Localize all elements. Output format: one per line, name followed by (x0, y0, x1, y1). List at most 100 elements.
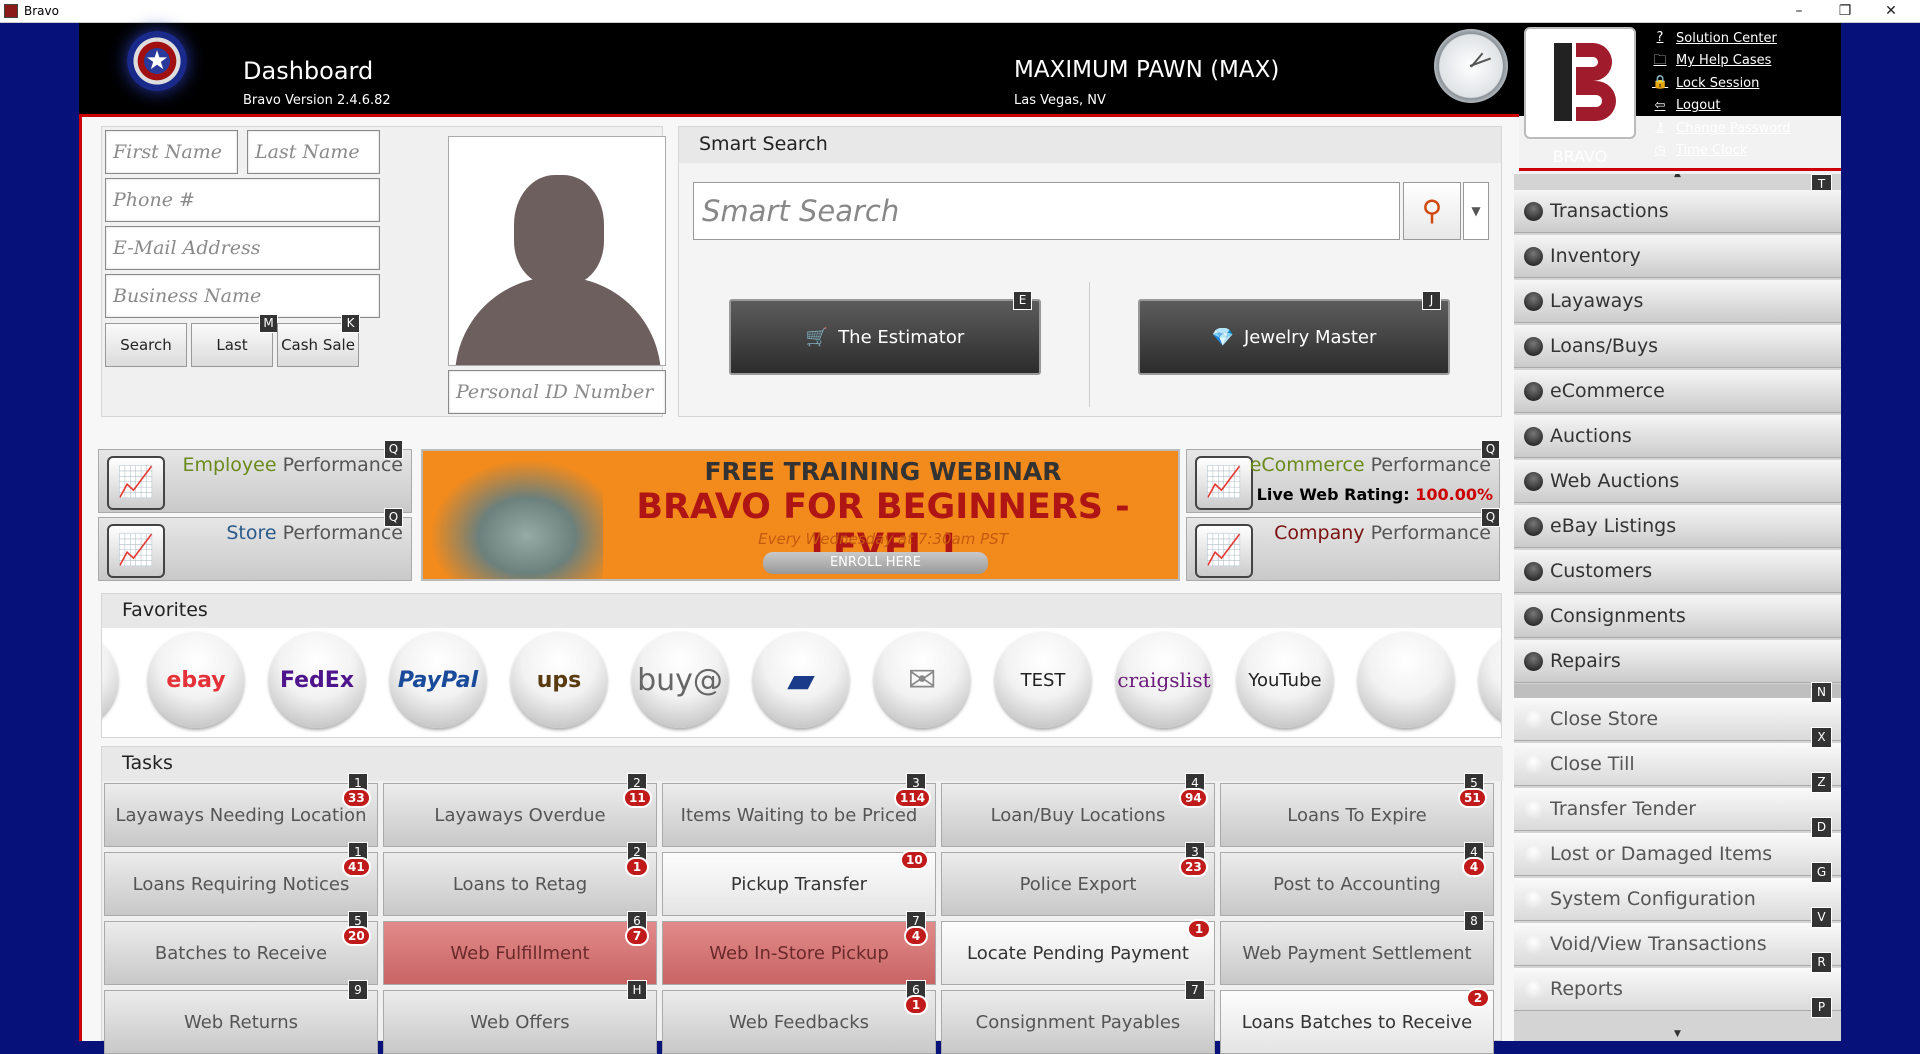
app-icon (4, 4, 18, 18)
close-button[interactable]: ✕ (1868, 0, 1914, 22)
email-input[interactable]: E-Mail Address (105, 226, 380, 270)
perf-label: Store Performance (226, 522, 403, 544)
sidebar-item-close-store[interactable]: Close Store (1514, 698, 1841, 741)
task-count-badge: 4 (1462, 857, 1486, 877)
sidebar-item-web-auctions[interactable]: Web Auctions (1514, 460, 1841, 503)
sidebar-item-inventory[interactable]: Inventory (1514, 235, 1841, 278)
ebay-icon[interactable]: ebay (148, 632, 244, 728)
fedex-icon[interactable]: FedEx (269, 632, 365, 728)
sidebar-key: N (1811, 682, 1832, 703)
chevron-down-icon[interactable]: ▼ (1463, 182, 1489, 240)
mail-icon[interactable]: ✉ (874, 632, 970, 728)
task-loans-to-expire[interactable]: Loans To Expire (1220, 783, 1494, 847)
clock-icon (1434, 29, 1508, 103)
task-locate-pending-payment[interactable]: Locate Pending Payment (941, 921, 1215, 985)
task-consignment-payables[interactable]: Consignment Payables (941, 990, 1215, 1054)
dot-icon (1524, 890, 1543, 909)
task-police-export[interactable]: Police Export (941, 852, 1215, 916)
search-button[interactable]: Search (105, 323, 187, 367)
jewelry-master-button[interactable]: 💎 Jewelry Master (1138, 299, 1450, 375)
search-icon[interactable]: ⚲ (1403, 182, 1461, 240)
empty-favorite-icon[interactable] (1358, 632, 1454, 728)
task-pickup-transfer[interactable]: Pickup Transfer (662, 852, 936, 916)
estimator-button[interactable]: 🛒 The Estimator (729, 299, 1041, 375)
sidebar-item-void-view[interactable]: Void/View Transactions (1514, 923, 1841, 966)
business-name-input[interactable]: Business Name (105, 274, 380, 318)
lock-session-link[interactable]: 🔒 Lock Session (1652, 72, 1842, 95)
employee-performance-button[interactable]: 📈 Employee Performance (98, 449, 412, 513)
task-web-offers[interactable]: Web Offers (383, 990, 657, 1054)
task-batches-to-receive[interactable]: Batches to Receive (104, 921, 378, 985)
paypal-icon[interactable]: PayPal (390, 632, 486, 728)
window-titlebar: Bravo – ❐ ✕ (0, 0, 1920, 23)
change-password-link[interactable]: ⚷ Change Password (1652, 117, 1842, 140)
my-help-cases-link[interactable]: 🗀 My Help Cases (1652, 50, 1842, 73)
ecommerce-performance-button[interactable]: 📈 eCommerce Performance Live Web Rating:… (1186, 449, 1500, 513)
shortcut-key-j: J (1422, 291, 1441, 310)
scroll-down-icon[interactable]: ▼ (1514, 1029, 1841, 1041)
task-count-badge: 20 (342, 926, 371, 946)
perf-rest: Performance (1364, 522, 1491, 544)
craigslist-icon[interactable]: craigslist (1116, 632, 1212, 728)
sidebar-item-layaways[interactable]: Layaways (1514, 280, 1841, 323)
sidebar-item-transactions[interactable]: Transactions (1514, 190, 1841, 233)
task-layaways-overdue[interactable]: Layaways Overdue (383, 783, 657, 847)
minimize-button[interactable]: – (1776, 0, 1822, 22)
sidebar-item-repairs[interactable]: Repairs (1514, 640, 1841, 683)
task-post-to-accounting[interactable]: Post to Accounting (1220, 852, 1494, 916)
sidebar-item-ecommerce[interactable]: eCommerce (1514, 370, 1841, 413)
first-name-input[interactable]: First Name (105, 130, 238, 174)
sidebar-item-ebay-listings[interactable]: eBay Listings (1514, 505, 1841, 548)
sidebar-item-close-till[interactable]: Close Till (1514, 743, 1841, 786)
task-loans-batches-to-receive[interactable]: Loans Batches to Receive (1220, 990, 1494, 1054)
task-loans-to-retag[interactable]: Loans to Retag (383, 852, 657, 916)
link-label: Time Clock (1676, 143, 1748, 159)
link-label: Lock Session (1676, 75, 1760, 91)
time-clock-link[interactable]: ◷ Time Clock (1652, 140, 1842, 163)
sidebar-item-lost-damaged[interactable]: Lost or Damaged Items (1514, 833, 1841, 876)
task-web-payment-settlement[interactable]: Web Payment Settlement (1220, 921, 1494, 985)
customer-photo[interactable] (448, 136, 666, 366)
tasks-title: Tasks (102, 747, 1503, 781)
sidebar-item-auctions[interactable]: Auctions (1514, 415, 1841, 458)
link-label: My Help Cases (1676, 53, 1772, 69)
favorite-partial-icon[interactable] (102, 632, 118, 728)
sidebar-item-reports[interactable]: Reports (1514, 968, 1841, 1011)
sidebar-item-transfer-tender[interactable]: Transfer Tender (1514, 788, 1841, 831)
enroll-button[interactable]: ENROLL HERE (763, 552, 988, 574)
scroll-up-icon[interactable]: ▲ (1514, 174, 1841, 180)
task-web-returns[interactable]: Web Returns (104, 990, 378, 1054)
store-performance-button[interactable]: 📈 Store Performance (98, 517, 412, 581)
shortcut-key-q: Q (384, 440, 403, 459)
favorite-partial-icon[interactable] (1479, 632, 1501, 728)
perf-label: Company Performance (1274, 522, 1491, 544)
task-web-fulfillment[interactable]: Web Fulfillment (383, 921, 657, 985)
task-loans-requiring-notices[interactable]: Loans Requiring Notices (104, 852, 378, 916)
task-web-feedbacks[interactable]: Web Feedbacks (662, 990, 936, 1054)
sidebar-item-customers[interactable]: Customers (1514, 550, 1841, 593)
last-name-input[interactable]: Last Name (247, 130, 380, 174)
youtube-icon[interactable]: YouTube (1237, 632, 1333, 728)
solution-center-link[interactable]: ? Solution Center (1652, 27, 1842, 50)
restore-button[interactable]: ❐ (1822, 0, 1868, 22)
cart-icon: 🛒 (805, 326, 829, 348)
ups-icon[interactable]: ups (511, 632, 607, 728)
personal-id-input[interactable]: Personal ID Number (448, 370, 666, 414)
test-icon[interactable]: TEST (995, 632, 1091, 728)
buy-icon[interactable]: buy@ (632, 632, 728, 728)
sidebar-item-consignments[interactable]: Consignments (1514, 595, 1841, 638)
usps-icon[interactable]: ▰ (753, 632, 849, 728)
task-key: 8 (1464, 911, 1484, 931)
sidebar-item-loans-buys[interactable]: Loans/Buys (1514, 325, 1841, 368)
smart-search-input[interactable]: Smart Search (693, 182, 1400, 240)
task-web-in-store-pickup[interactable]: Web In-Store Pickup (662, 921, 936, 985)
task-layaways-needing-location[interactable]: Layaways Needing Location (104, 783, 378, 847)
company-performance-button[interactable]: 📈 Company Performance (1186, 517, 1500, 581)
dot-icon (1524, 800, 1543, 819)
sidebar-item-system-configuration[interactable]: System Configuration (1514, 878, 1841, 921)
phone-input[interactable]: Phone # (105, 178, 380, 222)
task-loan-buy-locations[interactable]: Loan/Buy Locations (941, 783, 1215, 847)
logout-link[interactable]: ⇦ Logout (1652, 95, 1842, 118)
dot-icon (1524, 292, 1543, 311)
webinar-banner[interactable]: FREE TRAINING WEBINAR BRAVO FOR BEGINNER… (421, 449, 1180, 581)
